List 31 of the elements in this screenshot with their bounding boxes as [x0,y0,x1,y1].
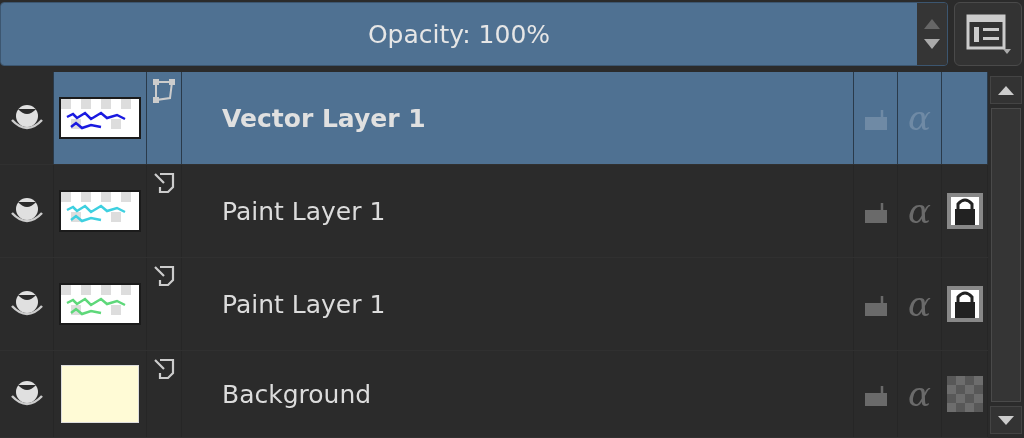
paint-layer-icon [152,264,176,288]
eye-icon[interactable] [9,104,44,132]
layer-name: Paint Layer 1 [222,289,386,319]
up-arrow-icon [998,85,1014,95]
inherit-alpha-lock-icon[interactable] [946,193,983,229]
inherit-alpha-lock-icon[interactable] [946,286,983,322]
alpha-lock-toggle[interactable]: α [908,191,931,231]
layer-row[interactable]: Paint Layer 1 α [0,165,988,258]
layer-name: Background [222,379,372,409]
layer-name: Vector Layer 1 [222,103,426,133]
vector-layer-icon [152,78,176,104]
layer-row[interactable]: Paint Layer 1 α [0,258,988,351]
spin-down-icon[interactable] [924,39,940,49]
scroll-down-button[interactable] [990,406,1022,434]
paint-layer-icon [152,171,176,195]
opacity-slider[interactable]: Opacity: 100% [0,2,948,66]
alpha-lock-toggle[interactable]: α [908,374,931,414]
checker-icon[interactable] [946,376,983,412]
paint-layer-icon [152,357,176,381]
layer-name: Paint Layer 1 [222,196,386,226]
eye-icon[interactable] [9,197,44,225]
down-arrow-icon [998,415,1014,425]
eye-icon[interactable] [9,290,44,318]
eye-icon[interactable] [9,380,44,408]
scrollbar-track[interactable] [991,108,1021,402]
alpha-lock-toggle[interactable]: α [908,284,931,324]
options-button[interactable] [954,2,1022,66]
opacity-label: Opacity: 100% [366,18,552,51]
layer-row[interactable]: Background α [0,351,988,438]
panel-list-icon [965,13,1011,55]
scroll-up-button[interactable] [990,76,1022,104]
